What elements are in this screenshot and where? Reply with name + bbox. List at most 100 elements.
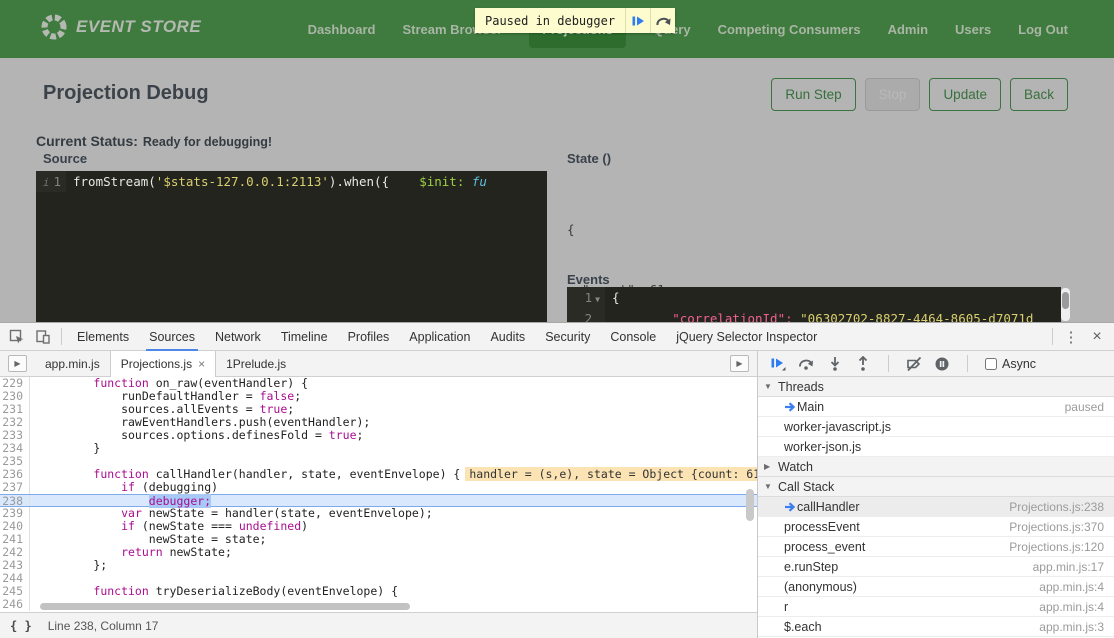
- call-stack-frame-r[interactable]: rapp.min.js:4: [758, 597, 1114, 617]
- nav-item-dashboard[interactable]: Dashboard: [308, 22, 376, 37]
- code-token: sources.options.definesFold =: [38, 428, 329, 442]
- devtools-menu-button[interactable]: ⋮: [1058, 325, 1084, 349]
- events-line-1: {: [605, 287, 620, 308]
- nav-item-users[interactable]: Users: [955, 22, 991, 37]
- thread-row-worker-javascript-js[interactable]: worker-javascript.js: [758, 417, 1114, 437]
- frame-function: callHandler: [797, 500, 860, 514]
- step-out-button[interactable]: [855, 356, 871, 371]
- frame-location: Projections.js:238: [1001, 500, 1104, 514]
- current-status-label: Current Status:: [36, 133, 138, 149]
- frame-function: process_event: [784, 540, 865, 554]
- debugger-toolbar-divider: [888, 355, 889, 372]
- step-into-button[interactable]: [827, 356, 843, 371]
- devtools-tab-profiles[interactable]: Profiles: [338, 323, 400, 351]
- nav-item-admin[interactable]: Admin: [888, 22, 928, 37]
- toolbar-divider: [1052, 328, 1053, 345]
- inspect-element-button[interactable]: [4, 325, 30, 349]
- devtools-tab-console[interactable]: Console: [600, 323, 666, 351]
- devtools-tab-application[interactable]: Application: [399, 323, 480, 351]
- state-heading: State (): [567, 151, 611, 166]
- devtools-tab-network[interactable]: Network: [205, 323, 271, 351]
- frame-function: $.each: [784, 620, 822, 634]
- horizontal-scrollbar-thumb[interactable]: [40, 603, 410, 610]
- overlay-step-over-button[interactable]: [650, 8, 675, 33]
- update-button[interactable]: Update: [929, 78, 1001, 111]
- step-over-button[interactable]: [798, 356, 815, 371]
- show-navigator-button[interactable]: ▶: [8, 355, 27, 372]
- call-stack-frame-anonymous[interactable]: (anonymous)app.min.js:4: [758, 577, 1114, 597]
- file-tab-projections-js[interactable]: Projections.js ×: [110, 351, 216, 378]
- collapse-triangle-icon: ▼: [764, 482, 772, 491]
- devtools-close-button[interactable]: ×: [1084, 325, 1110, 349]
- events-scrollbar-thumb[interactable]: [1062, 292, 1069, 309]
- frame-location: app.min.js:4: [1031, 600, 1104, 614]
- run-step-button[interactable]: Run Step: [771, 78, 855, 111]
- debugger-toolbar-divider: [967, 355, 968, 372]
- line-number[interactable]: 246: [0, 598, 30, 611]
- call-stack-frame-e-runstep[interactable]: e.runStepapp.min.js:17: [758, 557, 1114, 577]
- devtools-tab-timeline[interactable]: Timeline: [271, 323, 338, 351]
- code-token: runDefaultHandler =: [38, 389, 260, 403]
- call-stack-frame-process-event[interactable]: process_event Projections.js:120: [758, 537, 1114, 557]
- code-token: [38, 584, 93, 598]
- source-code-editor[interactable]: i1 fromStream('$stats-127.0.0.1:2113').w…: [36, 171, 547, 322]
- async-checkbox[interactable]: [985, 358, 997, 370]
- inspect-cursor-icon: [9, 329, 25, 345]
- nav-item-competing-consumers[interactable]: Competing Consumers: [718, 22, 861, 37]
- code-editor[interactable]: 229 function on_raw(eventHandler) {230 r…: [0, 377, 757, 612]
- event-store-logo[interactable]: EVENT STORE: [40, 13, 201, 41]
- device-toolbar-button[interactable]: [30, 325, 56, 349]
- events-editor[interactable]: 1▼ { 2▼ "correlationId": "06302702-8827-…: [567, 287, 1061, 322]
- frame-location: Projections.js:120: [1001, 540, 1104, 554]
- stop-button[interactable]: Stop: [865, 78, 921, 111]
- file-tab-label: Projections.js: [121, 357, 192, 371]
- fold-arrow-icon[interactable]: ▼: [595, 295, 600, 304]
- frame-function: (anonymous): [784, 580, 857, 594]
- code-text: }: [30, 442, 100, 455]
- line-number[interactable]: 238: [0, 495, 30, 506]
- close-tab-icon[interactable]: ×: [198, 357, 205, 371]
- code-token: true: [260, 402, 288, 416]
- pause-on-exceptions-button[interactable]: [934, 356, 950, 372]
- devtools-tab-security[interactable]: Security: [535, 323, 600, 351]
- threads-section-header[interactable]: ▼ Threads: [758, 377, 1114, 397]
- vertical-scrollbar-thumb[interactable]: [746, 489, 754, 521]
- devtools-main-toolbar: ElementsSourcesNetworkTimelineProfilesAp…: [0, 323, 1114, 351]
- brand-text: EVENT STORE: [76, 17, 201, 37]
- collapse-triangle-icon: ▼: [764, 382, 772, 391]
- call-stack-frame-each[interactable]: $.eachapp.min.js:3: [758, 617, 1114, 637]
- thread-row-main[interactable]: Mainpaused: [758, 397, 1114, 417]
- file-tabs: app.min.js Projections.js × 1Prelude.js: [35, 351, 296, 377]
- code-text: [30, 572, 38, 585]
- call-stack-frame-callhandler[interactable]: callHandler Projections.js:238: [758, 497, 1114, 517]
- devtools-tab-jquery-selector-inspector[interactable]: jQuery Selector Inspector: [666, 323, 827, 351]
- call-stack-section-header[interactable]: ▼ Call Stack: [758, 477, 1114, 497]
- code-line: 237 if (debugging): [0, 481, 757, 494]
- file-tab-label: 1Prelude.js: [226, 357, 286, 371]
- call-stack-frame-processevent[interactable]: processEventProjections.js:370: [758, 517, 1114, 537]
- devtools-tab-audits[interactable]: Audits: [480, 323, 535, 351]
- back-button[interactable]: Back: [1010, 78, 1068, 111]
- step-into-icon: [827, 356, 843, 371]
- show-debugger-button[interactable]: ▶: [730, 355, 749, 372]
- deactivate-breakpoints-button[interactable]: [906, 356, 922, 372]
- devtools-body: ▶ app.min.js Projections.js × 1Prelude.js ▶…: [0, 351, 1114, 638]
- debugger-sidebar: Async ▼ Threads Mainpausedworker-javascr…: [758, 351, 1114, 638]
- resume-script-button[interactable]: [770, 356, 786, 371]
- devtools-panel: ElementsSourcesNetworkTimelineProfilesAp…: [0, 322, 1114, 638]
- watch-section-header[interactable]: ▶ Watch: [758, 457, 1114, 477]
- code-token: newState;: [163, 545, 232, 559]
- devtools-tab-sources[interactable]: Sources: [139, 323, 205, 351]
- file-tab-1prelude-js[interactable]: 1Prelude.js: [216, 351, 296, 377]
- file-tab-app-min-js[interactable]: app.min.js: [35, 351, 110, 377]
- code-token: ;: [357, 428, 364, 442]
- nav-item-log-out[interactable]: Log Out: [1018, 22, 1068, 37]
- line-number[interactable]: 237: [0, 481, 30, 494]
- thread-row-worker-json-js[interactable]: worker-json.js: [758, 437, 1114, 457]
- paused-overlay-label: Paused in debugger: [475, 8, 625, 33]
- pretty-print-button[interactable]: { }: [10, 619, 32, 633]
- devtools-tab-elements[interactable]: Elements: [67, 323, 139, 351]
- overlay-resume-button[interactable]: [625, 8, 650, 33]
- event-store-ring-icon: [40, 13, 68, 41]
- events-line-2: "correlationId": "06302702-8827-4464-860…: [605, 308, 1033, 322]
